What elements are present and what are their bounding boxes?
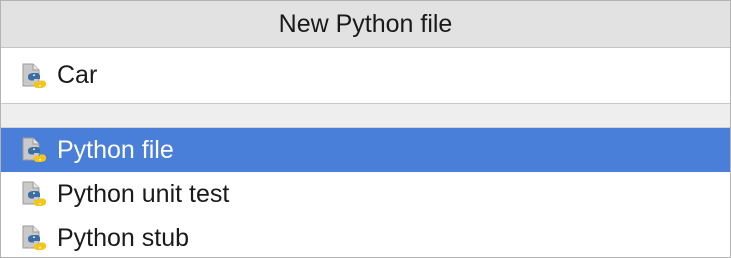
file-name-input[interactable]: Car (1, 48, 730, 104)
python-file-icon (19, 180, 47, 208)
kind-item-python-stub[interactable]: Python stub (1, 216, 730, 257)
file-kind-list: Python file Python unit test Python stub (1, 128, 730, 257)
kind-item-label: Python file (57, 135, 174, 164)
kind-item-label: Python unit test (57, 179, 230, 208)
new-python-file-dialog: New Python file Car Python file Python u… (0, 0, 731, 258)
python-file-icon (19, 62, 47, 90)
list-separator (1, 104, 730, 128)
kind-item-python-unit-test[interactable]: Python unit test (1, 172, 730, 216)
file-name-value: Car (57, 61, 98, 89)
dialog-title: New Python file (1, 1, 730, 48)
python-file-icon (19, 224, 47, 252)
python-file-icon (19, 136, 47, 164)
kind-item-label: Python stub (57, 223, 190, 252)
kind-item-python-file[interactable]: Python file (1, 128, 730, 172)
